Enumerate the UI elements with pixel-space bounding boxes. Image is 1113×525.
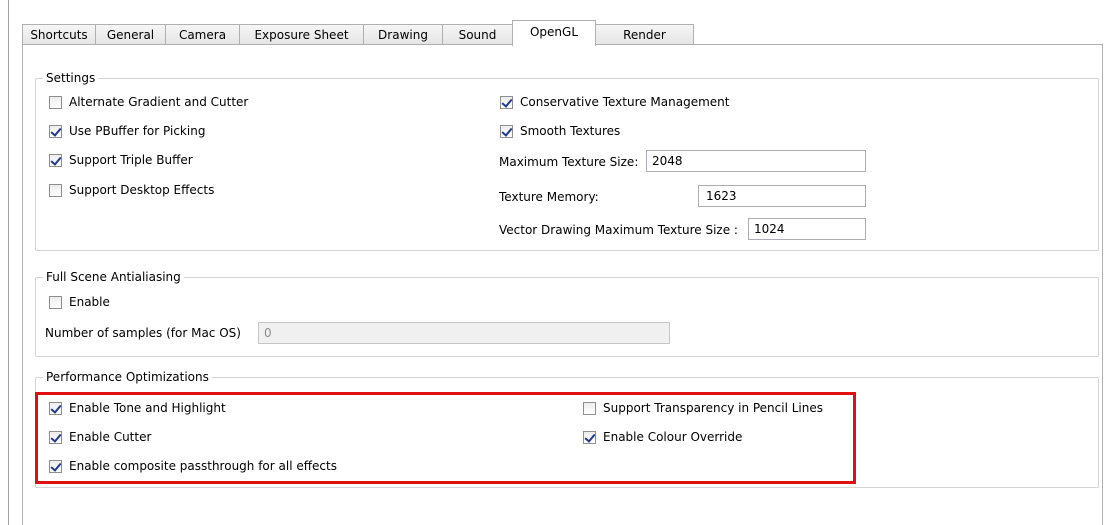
use-pbuffer-checkbox[interactable]: Use PBuffer for Picking — [49, 122, 205, 140]
triple-buffer-label: Support Triple Buffer — [69, 153, 193, 167]
triple-buffer-box[interactable] — [49, 153, 62, 167]
cutter-box[interactable] — [49, 430, 62, 444]
vector-max-texture-input[interactable]: 1024 — [748, 218, 866, 240]
cutter-label: Enable Cutter — [69, 430, 152, 444]
pencil-transparency-box[interactable] — [583, 401, 596, 415]
colour-override-box[interactable] — [583, 430, 596, 444]
tab-camera[interactable]: Camera — [165, 24, 240, 45]
performance-group-title: Performance Optimizations — [43, 369, 212, 385]
texture-memory-label: Texture Memory: — [499, 190, 599, 204]
tab-sound[interactable]: Sound — [442, 24, 513, 45]
antialiasing-enable-checkbox[interactable]: Enable — [49, 293, 110, 311]
composite-passthrough-box[interactable] — [49, 459, 62, 473]
colour-override-label: Enable Colour Override — [603, 430, 743, 444]
tone-highlight-box[interactable] — [49, 401, 62, 415]
smooth-textures-box[interactable] — [500, 124, 513, 138]
cutter-checkbox[interactable]: Enable Cutter — [49, 428, 151, 446]
desktop-effects-box[interactable] — [49, 183, 62, 197]
tab-render[interactable]: Render — [595, 24, 694, 45]
samples-input[interactable]: 0 — [258, 322, 670, 344]
use-pbuffer-box[interactable] — [49, 124, 62, 138]
triple-buffer-checkbox[interactable]: Support Triple Buffer — [49, 151, 193, 169]
conservative-texture-label: Conservative Texture Management — [520, 95, 730, 109]
pencil-transparency-checkbox[interactable]: Support Transparency in Pencil Lines — [583, 399, 823, 417]
smooth-textures-label: Smooth Textures — [520, 124, 621, 138]
tone-highlight-checkbox[interactable]: Enable Tone and Highlight — [49, 399, 226, 417]
composite-passthrough-checkbox[interactable]: Enable composite passthrough for all eff… — [49, 457, 337, 475]
tone-highlight-label: Enable Tone and Highlight — [69, 401, 226, 415]
smooth-textures-checkbox[interactable]: Smooth Textures — [500, 122, 620, 140]
samples-label: Number of samples (for Mac OS) — [45, 326, 241, 340]
alternate-gradient-box[interactable] — [49, 95, 62, 109]
colour-override-checkbox[interactable]: Enable Colour Override — [583, 428, 742, 446]
use-pbuffer-label: Use PBuffer for Picking — [69, 124, 206, 138]
tab-exposure-sheet[interactable]: Exposure Sheet — [239, 24, 364, 45]
texture-memory-input[interactable]: 1623 — [698, 185, 866, 207]
desktop-effects-checkbox[interactable]: Support Desktop Effects — [49, 181, 214, 199]
conservative-texture-checkbox[interactable]: Conservative Texture Management — [500, 93, 729, 111]
antialiasing-enable-box[interactable] — [49, 295, 62, 309]
max-texture-size-input[interactable]: 2048 — [646, 150, 866, 172]
vector-max-texture-label: Vector Drawing Maximum Texture Size : — [499, 223, 738, 237]
tab-general[interactable]: General — [95, 24, 166, 45]
antialiasing-enable-label: Enable — [69, 295, 110, 309]
tab-opengl[interactable]: OpenGL — [512, 20, 596, 46]
settings-group-title: Settings — [43, 70, 99, 86]
conservative-texture-box[interactable] — [500, 95, 513, 109]
antialiasing-group: Full Scene Antialiasing — [35, 269, 1099, 357]
composite-passthrough-label: Enable composite passthrough for all eff… — [69, 459, 337, 473]
tab-shortcuts[interactable]: Shortcuts — [22, 24, 96, 45]
pencil-transparency-label: Support Transparency in Pencil Lines — [603, 401, 823, 415]
tab-drawing[interactable]: Drawing — [363, 24, 443, 45]
antialiasing-group-title: Full Scene Antialiasing — [43, 269, 184, 285]
alternate-gradient-label: Alternate Gradient and Cutter — [69, 95, 249, 109]
max-texture-size-label: Maximum Texture Size: — [499, 155, 639, 169]
alternate-gradient-checkbox[interactable]: Alternate Gradient and Cutter — [49, 93, 248, 111]
desktop-effects-label: Support Desktop Effects — [69, 183, 215, 197]
window-left-edge — [8, 0, 9, 525]
